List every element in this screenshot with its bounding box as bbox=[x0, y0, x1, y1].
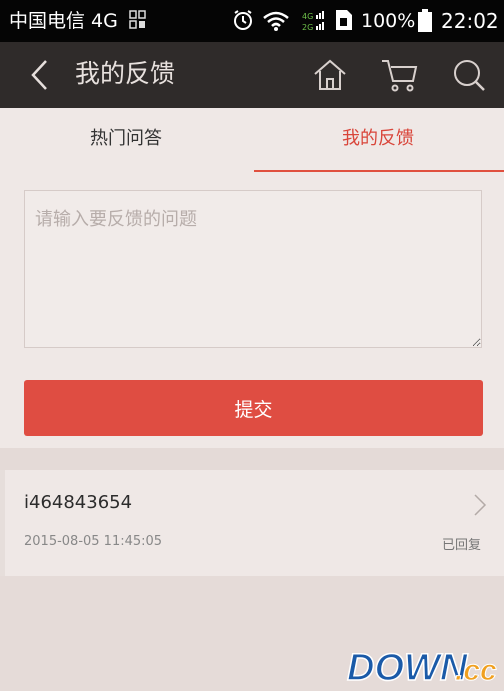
alarm-icon bbox=[234, 10, 252, 30]
status-bar: 中国电信 4G 4G 2G 100% 22:02 bbox=[0, 0, 504, 42]
home-icon[interactable] bbox=[312, 57, 348, 93]
signal-icon bbox=[129, 10, 146, 29]
cart-icon[interactable] bbox=[380, 57, 420, 93]
app-header: 我的反馈 bbox=[0, 42, 504, 108]
battery-percentage: 100% bbox=[361, 10, 416, 32]
list-item[interactable]: i464843654 2015-08-05 11:45:05 已回复 bbox=[5, 470, 504, 576]
carrier-label: 中国电信 4G bbox=[9, 10, 118, 32]
battery-icon bbox=[418, 9, 432, 32]
submit-button[interactable]: 提交 bbox=[24, 380, 483, 436]
tab-bar: 热门问答 我的反馈 bbox=[0, 108, 504, 173]
svg-text:2G: 2G bbox=[302, 23, 313, 32]
feedback-textarea[interactable] bbox=[24, 190, 482, 348]
wifi-icon bbox=[263, 11, 289, 31]
status-badge: 已回复 bbox=[442, 538, 482, 553]
svg-text:4G: 4G bbox=[302, 12, 313, 21]
feedback-user: i464843654 bbox=[24, 492, 133, 513]
tab-my-feedback[interactable]: 我的反馈 bbox=[252, 108, 504, 172]
watermark-logo: DOWN .cc bbox=[346, 646, 497, 688]
page-title: 我的反馈 bbox=[75, 59, 176, 88]
svg-text:DOWN: DOWN bbox=[347, 647, 469, 688]
sim-icon bbox=[336, 10, 352, 30]
svg-text:.cc: .cc bbox=[455, 654, 497, 687]
section-divider bbox=[0, 448, 504, 470]
feedback-form: 提交 bbox=[0, 172, 504, 448]
feedback-date: 2015-08-05 11:45:05 bbox=[24, 534, 163, 549]
tab-hot-questions[interactable]: 热门问答 bbox=[0, 108, 252, 172]
network-4g-2g-icon: 4G 2G bbox=[302, 11, 324, 32]
search-icon[interactable] bbox=[451, 57, 487, 93]
chevron-right-icon bbox=[474, 494, 487, 516]
clock: 22:02 bbox=[441, 9, 499, 33]
back-arrow-icon[interactable] bbox=[24, 58, 58, 92]
